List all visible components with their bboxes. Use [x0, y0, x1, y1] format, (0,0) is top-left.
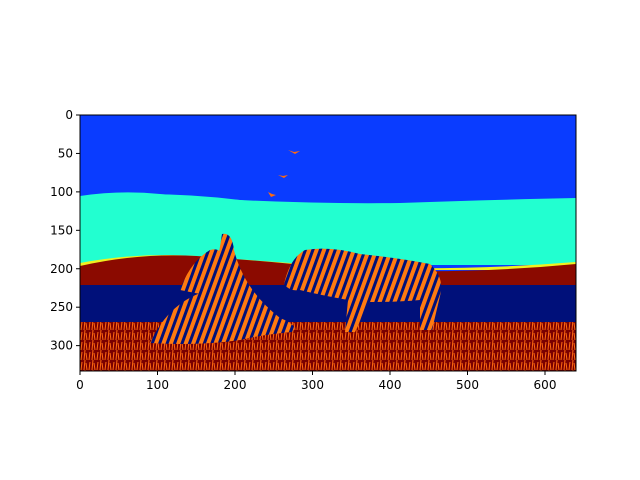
y-tick-label: 250 [50, 300, 73, 314]
colormapped-photo [80, 115, 576, 371]
y-tick-label: 300 [50, 339, 73, 353]
x-tick-label: 200 [224, 378, 247, 392]
x-tick-label: 600 [534, 378, 557, 392]
y-tick-label: 0 [65, 108, 73, 122]
y-tick-label: 200 [50, 262, 73, 276]
x-tick-label: 0 [76, 378, 84, 392]
x-tick-label: 500 [456, 378, 479, 392]
x-axis: 0 100 200 300 400 500 600 [76, 371, 556, 392]
x-tick-label: 400 [379, 378, 402, 392]
y-tick-label: 150 [50, 223, 73, 237]
image-plot: 0 100 200 300 400 500 600 0 50 100 150 200 250 300 [50, 108, 577, 392]
grass-band [80, 322, 576, 371]
y-tick-label: 100 [50, 185, 73, 199]
x-tick-label: 100 [146, 378, 169, 392]
x-tick-label: 300 [301, 378, 324, 392]
y-axis: 0 50 100 150 200 250 300 [50, 108, 80, 353]
y-tick-label: 50 [58, 146, 73, 160]
